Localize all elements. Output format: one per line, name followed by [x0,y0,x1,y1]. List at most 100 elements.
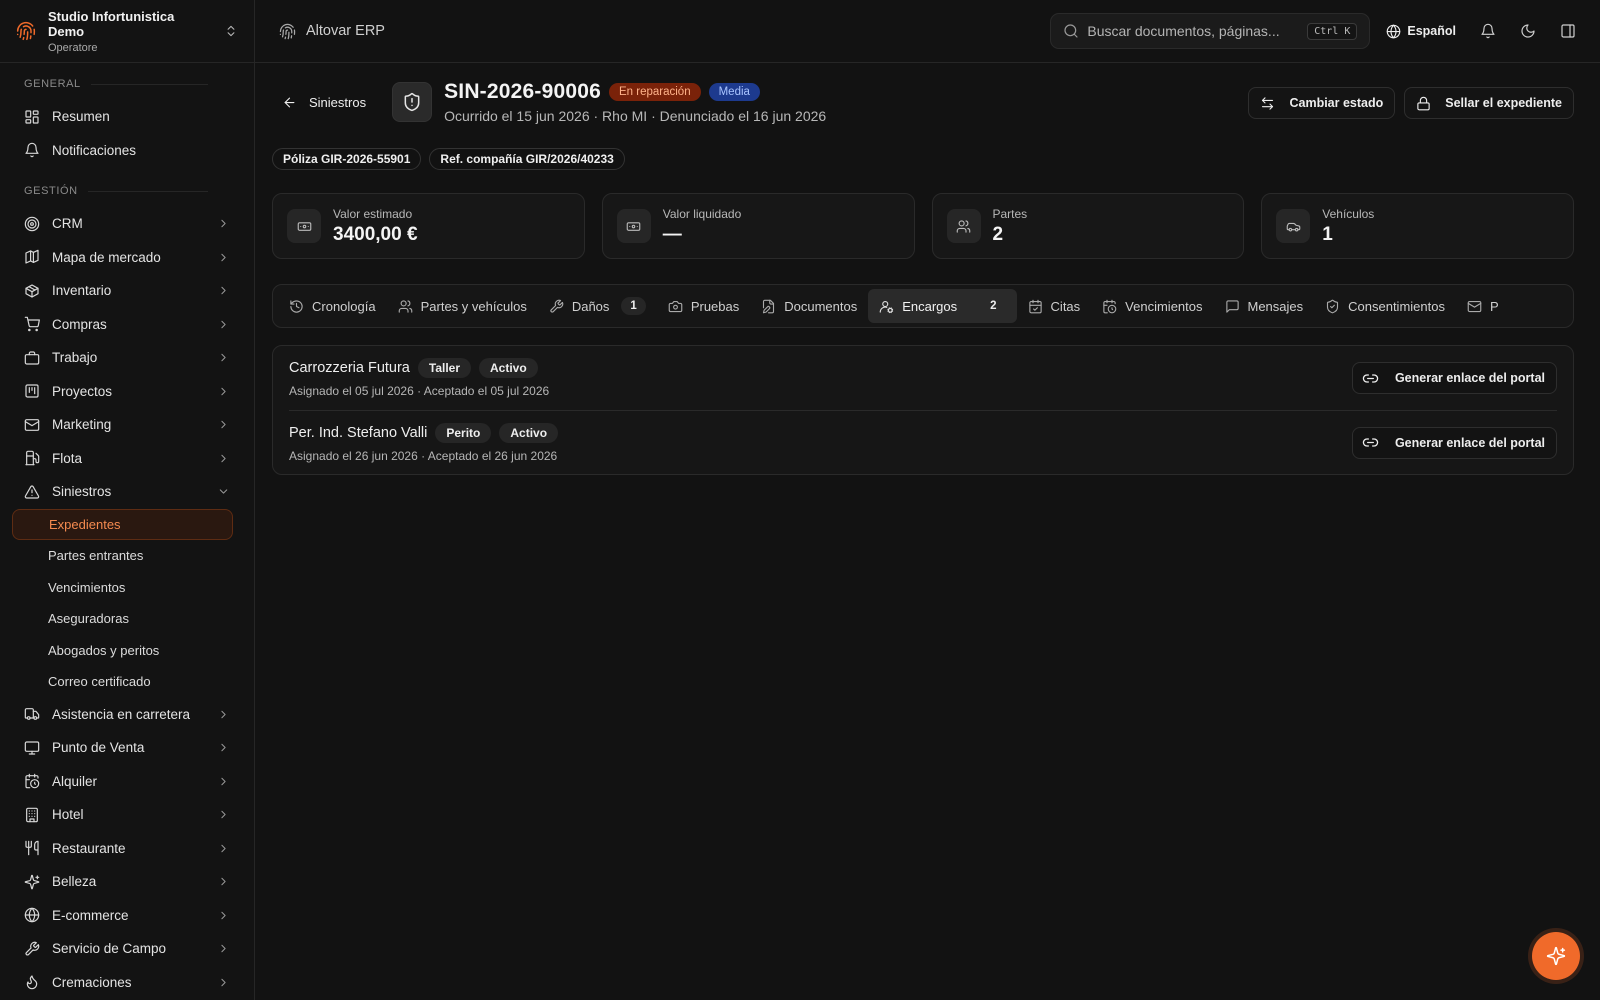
tab-pruebas[interactable]: Pruebas [657,289,750,323]
stat-value: — [662,223,682,245]
sidebar-item-flota[interactable]: Flota [0,442,254,476]
chevron-right-icon [217,976,230,989]
chevron-down-icon [217,485,230,498]
globe-icon [24,907,40,923]
bell-icon [24,142,40,158]
building-icon [24,807,40,823]
tab-label: Mensajes [1247,298,1304,314]
portal-button-label: Generar enlace del portal [1394,435,1545,450]
sidebar-item-hotel[interactable]: Hotel [0,798,254,832]
sidebar-item-label: Servicio de Campo [52,941,167,957]
search-box[interactable]: Ctrl K [1050,13,1371,49]
panel-toggle-icon[interactable] [1560,23,1576,39]
tab-consentimientos[interactable]: Consentimientos [1314,289,1456,323]
change-status-label: Cambiar estado [1289,96,1384,110]
message-square-icon [1225,299,1240,314]
file-pen-icon [761,299,776,314]
chevron-right-icon [217,741,230,754]
company-ref-chip: Ref. compañía GIR/2026/40233 [429,148,625,170]
tab-encargos[interactable]: Encargos 2 [868,289,1017,323]
language-switcher[interactable]: Español [1386,24,1456,39]
gantt-chart-icon [24,383,40,399]
tab-label: Citas [1050,298,1081,314]
sidebar-item-alquiler[interactable]: Alquiler [0,765,254,799]
assignee-type-badge: Taller [417,358,471,378]
case-icon-box [392,82,433,122]
sidebar-item-siniestros[interactable]: Siniestros [0,475,254,509]
sidebar-item-trabajo[interactable]: Trabajo [0,341,254,375]
seal-case-button[interactable]: Sellar el expediente [1404,87,1574,119]
ai-assistant-button[interactable] [1532,932,1580,980]
stat-card-parties: Partes 2 [931,193,1245,259]
chevron-right-icon [217,708,230,721]
chevron-right-icon [217,318,230,331]
theme-moon-icon[interactable] [1520,23,1536,39]
change-status-button[interactable]: Cambiar estado [1248,87,1396,119]
sidebar-item-resumen[interactable]: Resumen [0,100,254,134]
stat-card-vehicles: Vehículos 1 [1261,193,1574,259]
sidebar-item-proyectos[interactable]: Proyectos [0,375,254,409]
sidebar-item-asistencia-en-carretera[interactable]: Asistencia en carretera [0,698,254,732]
sidebar-item-belleza[interactable]: Belleza [0,865,254,899]
sidebar-item-label: Trabajo [52,350,98,366]
sidebar-item-e-commerce[interactable]: E-commerce [0,899,254,933]
tab-documentos[interactable]: Documentos [750,289,868,323]
sidebar-subitem-expedientes[interactable]: Expedientes [12,508,233,540]
policy-chip: Póliza GIR-2026-55901 [272,148,422,170]
tab-vencimientos[interactable]: Vencimientos [1091,289,1213,323]
org-name: Studio Infortunistica Demo [48,8,175,39]
users-icon [398,299,413,314]
generate-portal-link-button[interactable]: Generar enlace del portal [1351,426,1557,459]
lock-icon [1416,96,1431,111]
sidebar-item-label: Proyectos [52,383,113,399]
generate-portal-link-button[interactable]: Generar enlace del portal [1351,362,1557,394]
sidebar-item-servicio-de-campo[interactable]: Servicio de Campo [0,932,254,966]
briefcase-icon [24,350,40,366]
calendar-check-icon [1028,299,1043,314]
sidebar-item-restaurante[interactable]: Restaurante [0,832,254,866]
page-title: SIN-2026-90006 [444,80,601,103]
chevron-right-icon [217,875,230,888]
app-name: Altovar ERP [306,23,385,39]
stat-label: Partes [992,206,1028,221]
wrench-icon [549,299,564,314]
org-switcher[interactable]: Studio Infortunistica Demo Operatore [0,0,254,63]
assignee-name: Per. Ind. Stefano Valli [289,424,428,441]
sidebar-item-cremaciones[interactable]: Cremaciones [0,966,254,1000]
sidebar-item-marketing[interactable]: Marketing [0,408,254,442]
sidebar-subitem-correo-certificado[interactable]: Correo certificado [0,666,242,698]
search-icon [1063,23,1079,39]
tab-danos[interactable]: Daños 1 [538,289,657,323]
tab-cronologia[interactable]: Cronología [278,289,387,323]
tab-partes-y-vehiculos[interactable]: Partes y vehículos [387,289,538,323]
tab-citas[interactable]: Citas [1017,289,1092,323]
back-button[interactable]: Siniestros [272,95,366,110]
sidebar-item-mapa-de-mercado[interactable]: Mapa de mercado [0,241,254,275]
fuel-icon [24,450,40,466]
search-shortcut: Ctrl K [1307,22,1358,40]
sidebar-subitem-aseguradoras[interactable]: Aseguradoras [0,603,242,635]
assignment-dates: Asignado el 05 jul 2026 · Aceptado el 05… [289,384,550,398]
sidebar-item-label: Compras [52,316,107,332]
history-icon [289,299,304,314]
chevron-right-icon [217,284,230,297]
tab-label: Cronología [312,298,376,314]
sidebar-item-punto-de-venta[interactable]: Punto de Venta [0,731,254,765]
map-icon [24,249,40,265]
tab-label: Vencimientos [1125,298,1203,314]
notifications-bell-icon[interactable] [1480,23,1496,39]
sidebar-item-label: Punto de Venta [52,740,145,756]
language-label: Español [1407,24,1456,38]
search-input[interactable] [1087,23,1300,39]
stat-value: 2 [992,223,1004,245]
tab-mensajes[interactable]: Mensajes [1214,289,1315,323]
sidebar-subitem-partes-entrantes[interactable]: Partes entrantes [0,540,242,572]
sidebar-item-inventario[interactable]: Inventario [0,274,254,308]
chevron-right-icon [217,942,230,955]
sidebar-subitem-vencimientos[interactable]: Vencimientos [0,572,242,604]
sidebar-item-compras[interactable]: Compras [0,308,254,342]
tab-more[interactable]: P [1456,289,1510,323]
sidebar-item-notificaciones[interactable]: Notificaciones [0,134,254,168]
sidebar-subitem-abogados-y-peritos[interactable]: Abogados y peritos [0,635,242,667]
sidebar-item-crm[interactable]: CRM [0,207,254,241]
